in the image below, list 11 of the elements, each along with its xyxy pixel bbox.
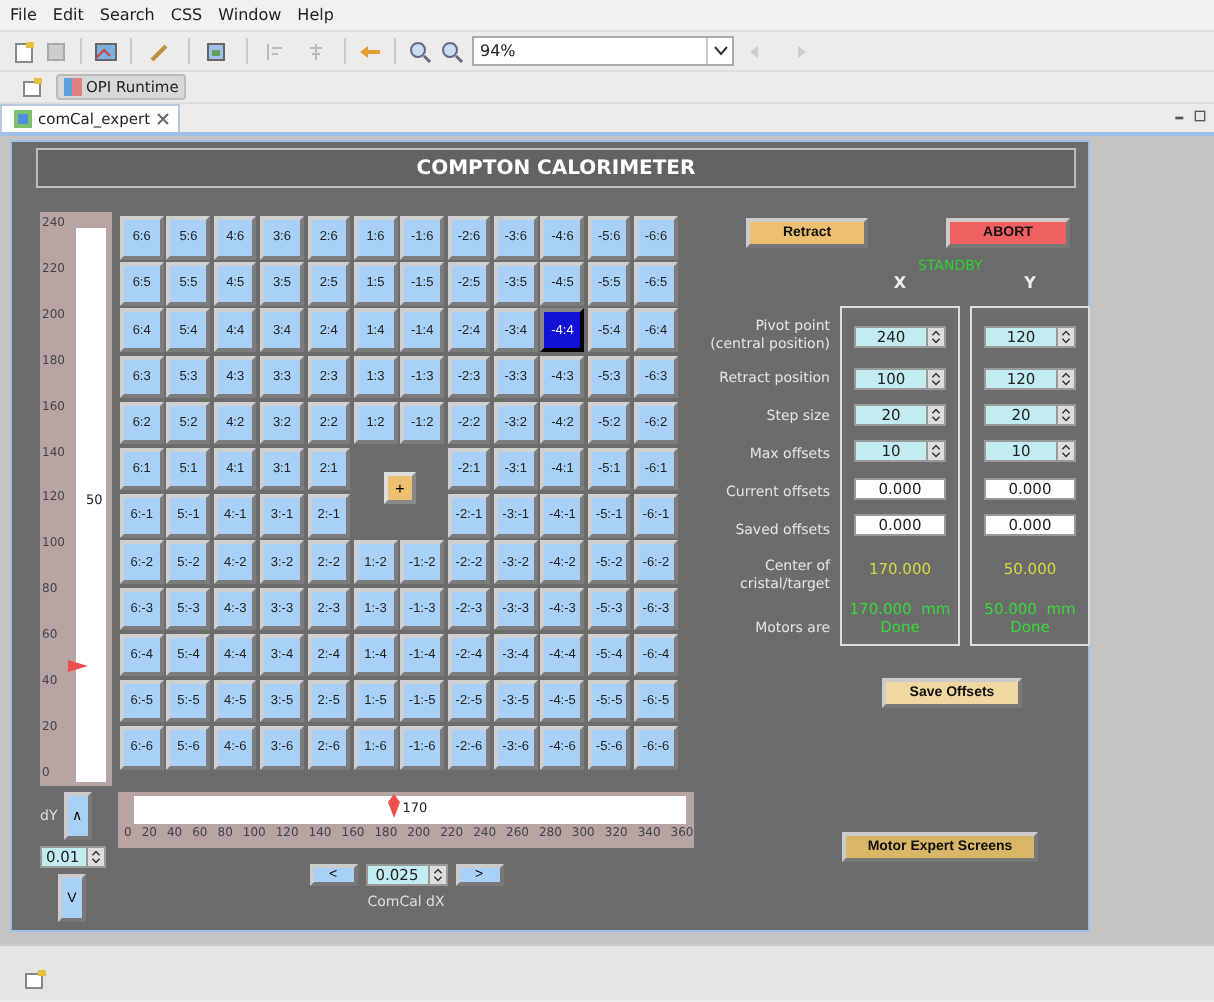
menu-item[interactable]: Window — [218, 6, 282, 24]
menu-item[interactable]: Search — [99, 6, 155, 24]
menu-item[interactable]: Edit — [52, 6, 84, 24]
menu-item[interactable]: CSS — [170, 6, 203, 24]
panel-title: COMPTON CALORIMETER — [36, 148, 1076, 188]
column-header: Y — [1024, 274, 1036, 296]
column-header: X — [893, 274, 907, 296]
zoom-combo[interactable]: 94% — [472, 36, 734, 66]
center-button[interactable]: + — [384, 472, 416, 504]
menu-item[interactable]: Help — [297, 6, 334, 24]
menu-item[interactable]: File — [10, 6, 37, 24]
